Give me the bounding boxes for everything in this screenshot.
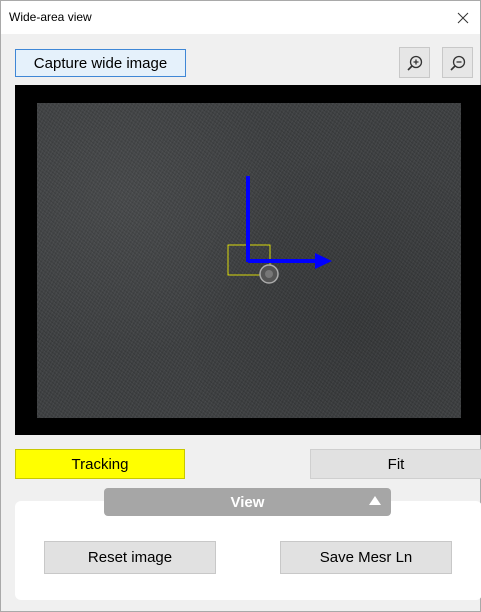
window-title: Wide-area view xyxy=(9,10,92,24)
capture-wide-image-label: Capture wide image xyxy=(33,54,168,72)
collapse-up-icon xyxy=(369,496,381,505)
save-measure-line-label: Save Mesr Ln xyxy=(319,549,413,566)
reset-image-button[interactable]: Reset image xyxy=(44,541,216,574)
zoom-out-button[interactable] xyxy=(442,47,473,78)
reset-image-label: Reset image xyxy=(87,549,173,566)
view-panel-header[interactable]: View xyxy=(104,488,391,516)
close-icon xyxy=(457,12,469,23)
tracking-button[interactable]: Tracking xyxy=(15,449,185,479)
title-bar: Wide-area view xyxy=(1,1,480,34)
viewer-overlay xyxy=(227,176,332,284)
zoom-out-icon xyxy=(449,55,465,71)
capture-wide-image-button[interactable]: Capture wide image xyxy=(15,49,186,77)
fit-label: Fit xyxy=(387,455,405,473)
zoom-in-icon xyxy=(406,55,422,71)
fit-button[interactable]: Fit xyxy=(310,449,481,479)
save-measure-line-button[interactable]: Save Mesr Ln xyxy=(280,541,452,574)
x-axis-arrowhead xyxy=(315,253,332,269)
wide-area-view-window: Wide-area view Capture wide image Tracki… xyxy=(0,0,481,612)
view-panel-title: View xyxy=(230,493,265,511)
image-viewer[interactable] xyxy=(15,85,481,435)
close-button[interactable] xyxy=(446,1,480,34)
tracking-label: Tracking xyxy=(71,455,129,473)
zoom-in-button[interactable] xyxy=(399,47,430,78)
